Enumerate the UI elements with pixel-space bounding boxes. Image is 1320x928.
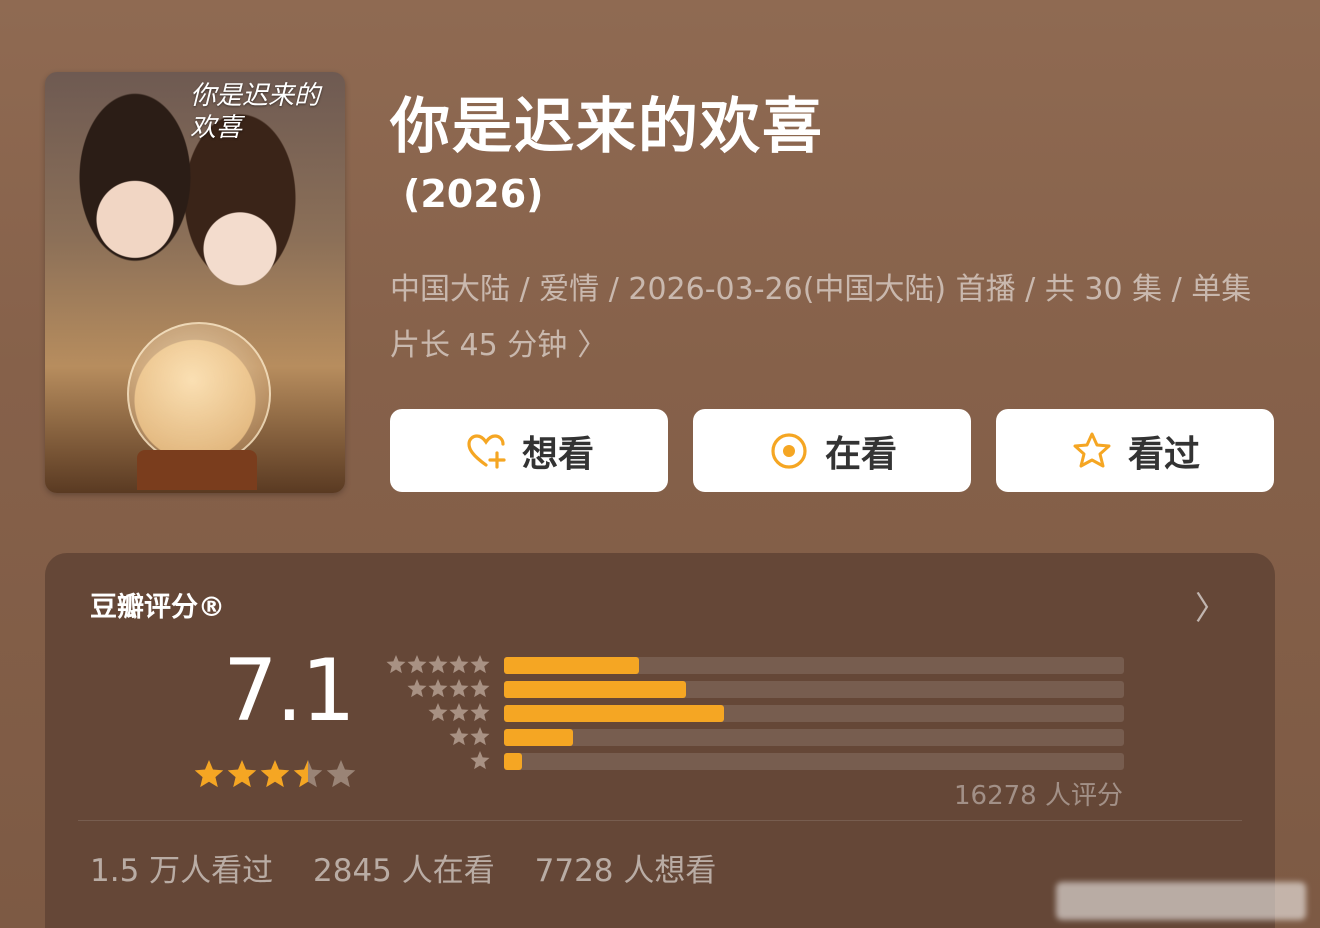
release-year: (2026)	[403, 172, 544, 216]
snow-globe-base	[137, 450, 257, 490]
watched-label: 看过	[1127, 433, 1200, 475]
distribution-row-label	[381, 725, 491, 749]
small-star-icon	[449, 703, 469, 722]
small-star-icon	[407, 679, 427, 698]
distribution-row-label	[381, 701, 491, 725]
small-star-icon	[449, 679, 469, 698]
page-title: 你是迟来的欢喜	[390, 92, 824, 162]
chevron-right-icon[interactable]: 〉	[1195, 583, 1227, 629]
small-star-icon	[428, 703, 448, 722]
rating-star-icon	[260, 760, 290, 788]
distribution-bar-fill	[504, 729, 574, 746]
small-star-icon	[470, 703, 490, 722]
small-star-icon	[386, 655, 406, 674]
star-outline-icon	[1073, 432, 1111, 467]
small-stars-icon	[428, 703, 490, 722]
distribution-bar-track	[504, 681, 1124, 698]
distribution-bar-fill	[504, 705, 725, 722]
movie-meta[interactable]: 中国大陆 / 爱情 / 2026-03-26(中国大陆) 首播 / 共 30 集…	[390, 262, 1270, 374]
target-circle-icon	[771, 432, 807, 469]
watched-count[interactable]: 1.5 万人看过	[90, 853, 273, 889]
small-star-icon	[428, 655, 448, 674]
poster-title: 你是迟来的欢喜	[190, 81, 321, 143]
audience-stats: 1.5 万人看过 2845 人在看 7728 人想看	[90, 845, 746, 890]
score-stars	[194, 760, 356, 788]
want-count[interactable]: 7728 人想看	[535, 853, 717, 889]
small-star-icon	[470, 727, 490, 746]
watermark	[1056, 882, 1306, 920]
rater-count[interactable]: 16278 人评分	[954, 775, 1123, 812]
chevron-right-icon: 〉	[577, 328, 608, 363]
distribution-bar-fill	[504, 753, 522, 770]
small-star-icon	[449, 727, 469, 746]
rating-star-icon	[194, 760, 224, 788]
rating-heading: 豆瓣评分®	[90, 592, 225, 623]
small-star-icon	[470, 655, 490, 674]
poster-image[interactable]: 你是迟来的欢喜	[45, 72, 345, 493]
rating-score: 7.1	[223, 641, 356, 741]
small-stars-icon	[386, 655, 490, 674]
watched-button[interactable]: 看过	[996, 409, 1274, 492]
small-stars-icon	[470, 751, 490, 770]
want-label: 想看	[521, 433, 594, 475]
snow-globe-graphic	[127, 322, 271, 466]
small-star-icon	[470, 751, 490, 770]
divider	[78, 820, 1242, 821]
small-star-icon	[470, 679, 490, 698]
distribution-row-label	[381, 749, 491, 773]
distribution-row-label	[381, 653, 491, 677]
rating-star-icon	[293, 760, 323, 788]
small-star-icon	[407, 655, 427, 674]
distribution-star-labels	[381, 653, 491, 773]
distribution-bar-fill	[504, 657, 639, 674]
rating-star-icon	[326, 760, 356, 788]
distribution-bar-track	[504, 753, 1124, 770]
meta-text: 中国大陆 / 爱情 / 2026-03-26(中国大陆) 首播 / 共 30 集…	[390, 272, 1252, 363]
distribution-bar-track	[504, 705, 1124, 722]
watching-count[interactable]: 2845 人在看	[313, 853, 495, 889]
rating-card[interactable]: 豆瓣评分® 〉 7.1 16278 人评分 1.5 万人看过 2845 人在看 …	[45, 553, 1275, 928]
small-stars-icon	[407, 679, 490, 698]
rating-star-icon	[227, 760, 257, 788]
distribution-bar-track	[504, 729, 1124, 746]
distribution-bar-fill	[504, 681, 686, 698]
distribution-bar-track	[504, 657, 1124, 674]
want-to-watch-button[interactable]: 想看	[390, 409, 668, 492]
small-star-icon	[449, 655, 469, 674]
heart-plus-icon	[467, 433, 506, 469]
small-star-icon	[428, 679, 448, 698]
watching-label: 在看	[824, 433, 897, 475]
small-stars-icon	[449, 727, 490, 746]
distribution-row-label	[381, 677, 491, 701]
watching-button[interactable]: 在看	[693, 409, 971, 492]
